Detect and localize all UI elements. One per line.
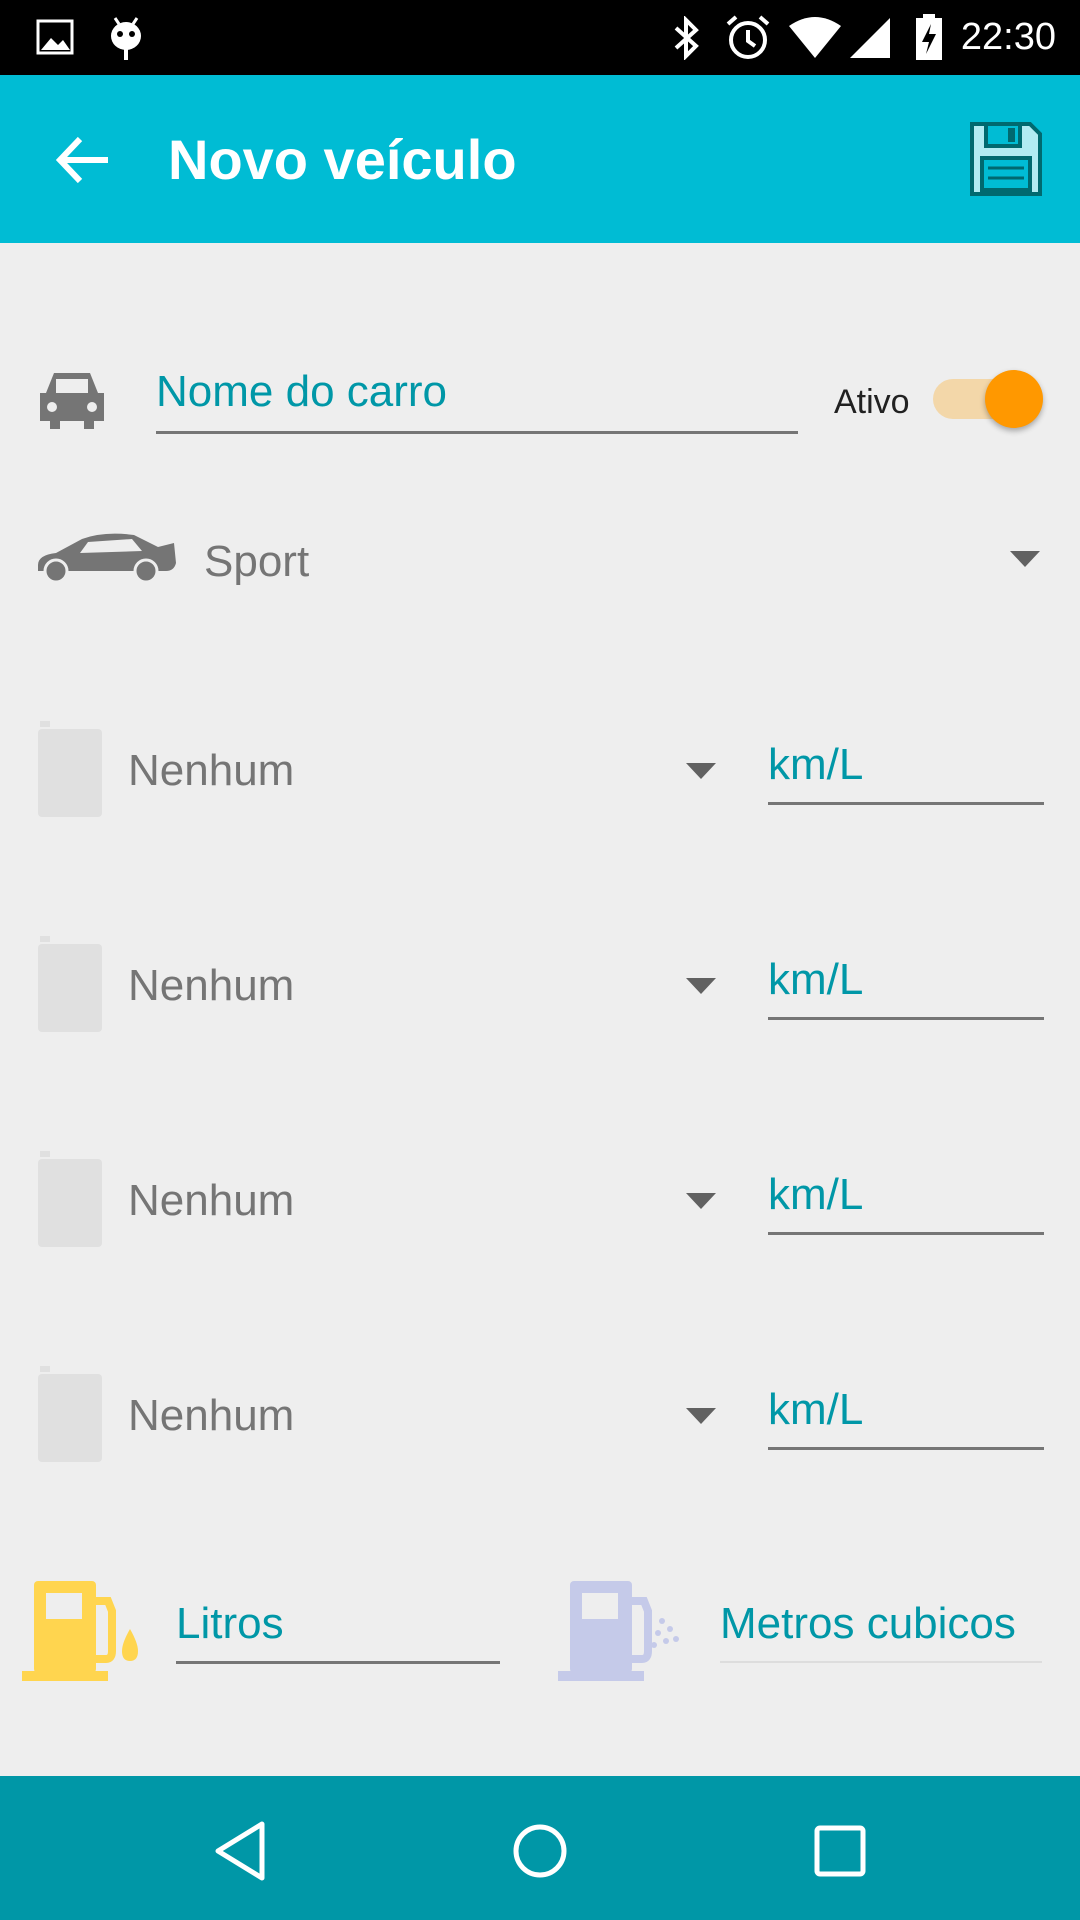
page-title: Novo veículo xyxy=(168,128,517,191)
image-icon xyxy=(36,19,74,55)
vehicle-type-dropdown-caret[interactable] xyxy=(1010,551,1040,567)
consumption-underline-3 xyxy=(768,1232,1044,1235)
arrow-back-icon[interactable] xyxy=(48,125,118,195)
fuel-barrel-icon xyxy=(38,1366,102,1462)
app-bar: Novo veículo xyxy=(0,75,1080,243)
fuel-type-select-1[interactable]: Nenhum xyxy=(128,746,294,796)
battery-charging-icon xyxy=(916,14,942,60)
car-front-icon xyxy=(40,373,104,429)
consumption-input-2[interactable]: km/L xyxy=(768,955,863,1005)
android-debug-icon xyxy=(111,17,141,60)
car-name-input[interactable]: Nome do carro xyxy=(156,367,447,417)
signal-icon xyxy=(850,18,890,58)
fuel-pump-liquid-icon xyxy=(22,1581,138,1681)
consumption-underline-4 xyxy=(768,1447,1044,1450)
wifi-icon xyxy=(789,17,841,58)
liters-underline xyxy=(176,1661,500,1664)
fuel-type-caret-4[interactable] xyxy=(686,1408,716,1424)
navigation-bar xyxy=(0,1776,1080,1920)
active-label: Ativo xyxy=(834,383,910,421)
car-name-underline xyxy=(156,431,798,434)
consumption-input-4[interactable]: km/L xyxy=(768,1385,863,1435)
sport-car-icon xyxy=(38,533,176,583)
liters-input[interactable]: Litros xyxy=(176,1599,284,1649)
consumption-input-1[interactable]: km/L xyxy=(768,740,863,790)
status-bar: 22:30 xyxy=(0,0,1080,75)
bluetooth-icon xyxy=(674,16,699,60)
cubic-meters-input[interactable]: Metros cubicos xyxy=(720,1599,1016,1649)
fuel-type-caret-1[interactable] xyxy=(686,763,716,779)
fuel-type-select-3[interactable]: Nenhum xyxy=(128,1176,294,1226)
back-triangle-icon[interactable] xyxy=(206,1816,276,1886)
fuel-barrel-icon xyxy=(38,936,102,1032)
fuel-type-caret-3[interactable] xyxy=(686,1193,716,1209)
fuel-pump-gas-icon xyxy=(558,1581,679,1681)
fuel-type-select-2[interactable]: Nenhum xyxy=(128,961,294,1011)
clock: 22:30 xyxy=(960,16,1056,58)
active-switch-thumb[interactable] xyxy=(985,370,1043,428)
vehicle-form: Nome do carro Ativo Sport Nenhum km/L Ne… xyxy=(0,243,1080,1776)
recents-square-icon[interactable] xyxy=(805,1816,875,1886)
fuel-type-select-4[interactable]: Nenhum xyxy=(128,1391,294,1441)
consumption-underline-1 xyxy=(768,802,1044,805)
vehicle-type-value[interactable]: Sport xyxy=(204,537,309,587)
alarm-icon xyxy=(726,15,770,59)
home-circle-icon[interactable] xyxy=(505,1816,575,1886)
floppy-disk-icon[interactable] xyxy=(968,120,1044,198)
fuel-barrel-icon xyxy=(38,1151,102,1247)
fuel-barrel-icon xyxy=(38,721,102,817)
consumption-input-3[interactable]: km/L xyxy=(768,1170,863,1220)
consumption-underline-2 xyxy=(768,1017,1044,1020)
cubic-meters-underline xyxy=(720,1661,1042,1663)
fuel-type-caret-2[interactable] xyxy=(686,978,716,994)
